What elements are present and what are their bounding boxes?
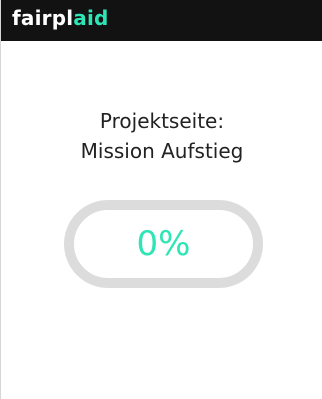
page-title-line-1: Projektseite: (99, 109, 225, 133)
logo-text-accent: aid (73, 6, 109, 30)
page: fairplaid Projektseite: Mission Aufstieg… (0, 0, 322, 399)
page-title: Projektseite: Mission Aufstieg (1, 106, 322, 166)
brand-logo[interactable]: fairplaid (12, 5, 109, 31)
progress-indicator: 0% (64, 200, 263, 288)
header-bar: fairplaid (1, 0, 322, 41)
page-title-line-2: Mission Aufstieg (80, 139, 244, 163)
progress-percentage: 0% (136, 224, 191, 264)
logo-text-primary: fairpl (12, 6, 74, 30)
